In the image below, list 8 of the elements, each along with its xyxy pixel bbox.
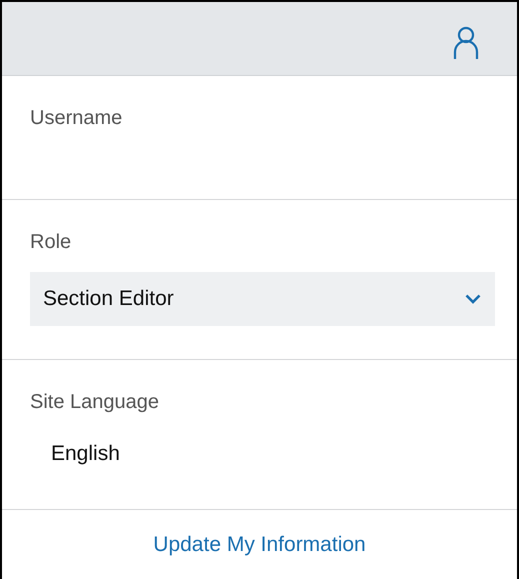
- role-dropdown[interactable]: Section Editor: [30, 272, 495, 326]
- user-icon[interactable]: [453, 26, 479, 60]
- language-value: English: [51, 442, 121, 466]
- chevron-down-icon: [465, 294, 481, 304]
- field-label: Username: [30, 106, 124, 130]
- field-label: Role: [30, 230, 72, 254]
- update-information-link[interactable]: Update My Information: [153, 532, 366, 556]
- field-label: Site Language: [30, 390, 160, 414]
